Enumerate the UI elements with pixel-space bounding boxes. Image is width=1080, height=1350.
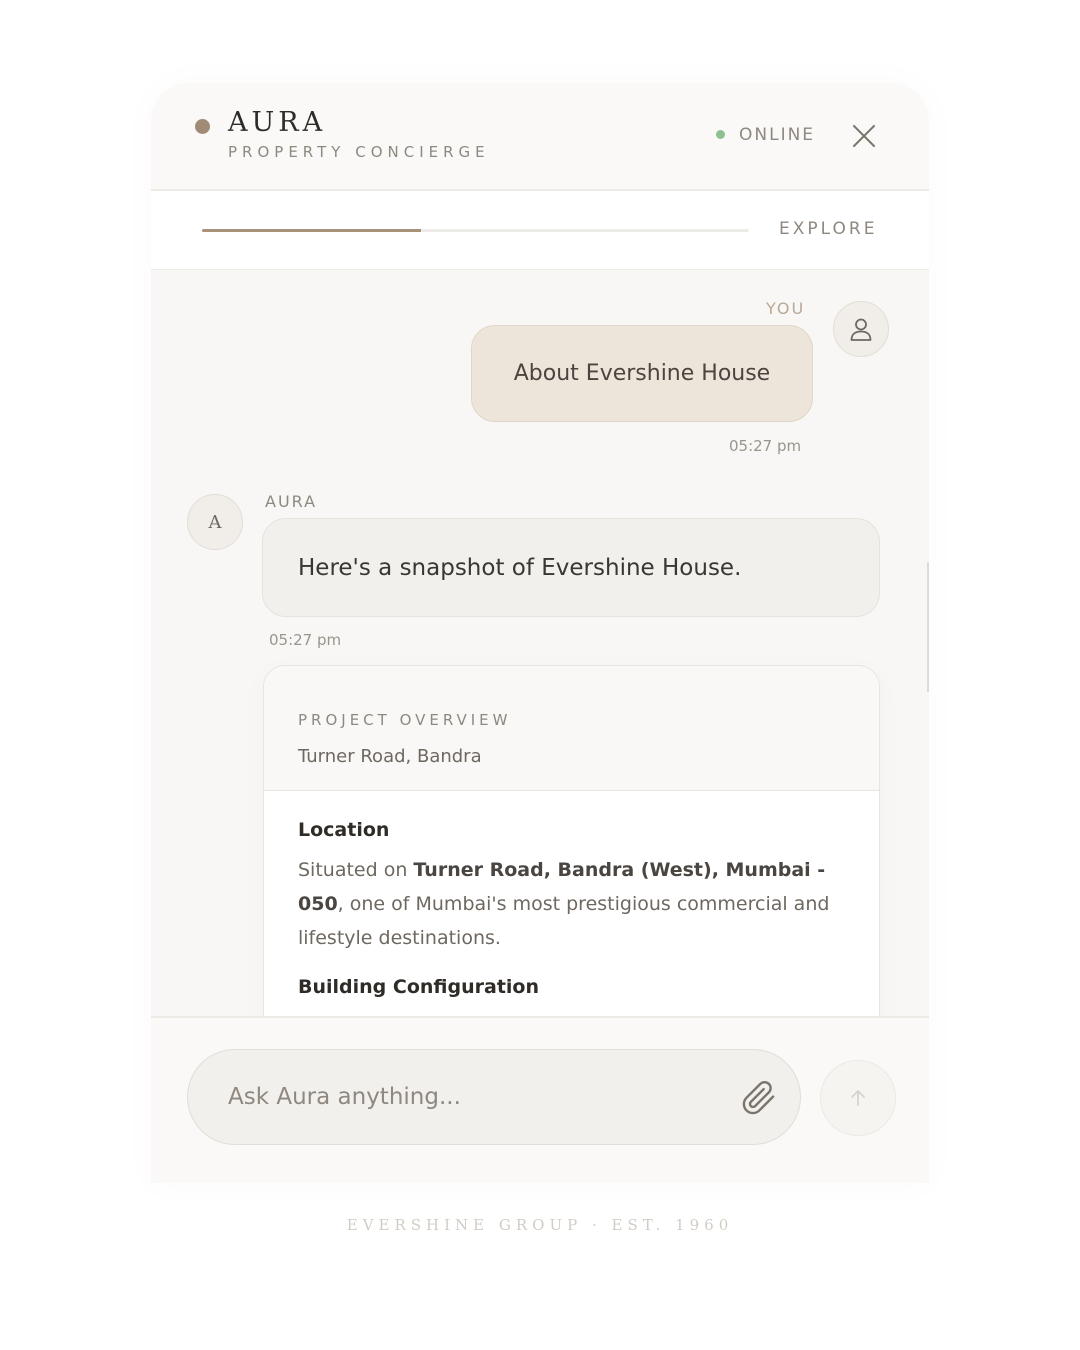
location-title: Location [298, 819, 390, 841]
card-subtitle: Turner Road, Bandra [298, 746, 482, 767]
scrollbar-thumb[interactable] [927, 562, 929, 692]
footer-text: EVERSHINE GROUP · EST. 1960 [346, 1216, 734, 1234]
status-text: ONLINE [739, 125, 816, 145]
location-suffix: , one of Mumbai's most prestigious comme… [298, 893, 830, 949]
close-icon [853, 125, 875, 147]
composer [151, 1016, 929, 1183]
message-input[interactable] [226, 1076, 730, 1118]
card-kicker: PROJECT OVERVIEW [298, 711, 512, 729]
brand-name: AURA [228, 107, 327, 138]
project-overview-card: PROJECT OVERVIEW Turner Road, Bandra Loc… [263, 665, 880, 1016]
message-list[interactable]: YOU About Evershine House 05:27 pm A AUR… [151, 270, 929, 1016]
user-sender-label: YOU [766, 299, 806, 318]
assistant-avatar: A [187, 494, 243, 550]
user-message-time: 05:27 pm [729, 437, 802, 455]
chat-header: AURA PROPERTY CONCIERGE ONLINE [151, 83, 929, 191]
user-avatar [833, 301, 889, 357]
progress-row: EXPLORE [151, 191, 929, 270]
status-dot [716, 130, 725, 139]
card-header: PROJECT OVERVIEW Turner Road, Bandra [264, 666, 879, 791]
close-button[interactable] [844, 118, 884, 154]
assistant-message-time: 05:27 pm [269, 631, 342, 649]
location-prefix: Situated on [298, 859, 414, 881]
user-icon [850, 318, 872, 341]
message-input-box [187, 1049, 801, 1145]
progress-fill [202, 229, 421, 232]
brand-dot [195, 119, 210, 134]
arrow-up-icon [851, 1090, 865, 1106]
send-button[interactable] [820, 1060, 896, 1136]
assistant-sender-label: AURA [265, 492, 318, 511]
location-text: Situated on Turner Road, Bandra (West), … [298, 853, 838, 955]
paperclip-icon [742, 1081, 775, 1115]
brand-subtitle: PROPERTY CONCIERGE [228, 143, 490, 161]
attach-button[interactable] [741, 1080, 777, 1116]
user-message-bubble: About Evershine House [471, 325, 813, 422]
progress-label[interactable]: EXPLORE [779, 219, 877, 239]
progress-bar [202, 229, 749, 232]
assistant-message-bubble: Here's a snapshot of Evershine House. [262, 518, 880, 617]
building-configuration-title: Building Configuration [298, 976, 539, 998]
chat-widget: AURA PROPERTY CONCIERGE ONLINE EXPLORE Y… [151, 83, 929, 1183]
